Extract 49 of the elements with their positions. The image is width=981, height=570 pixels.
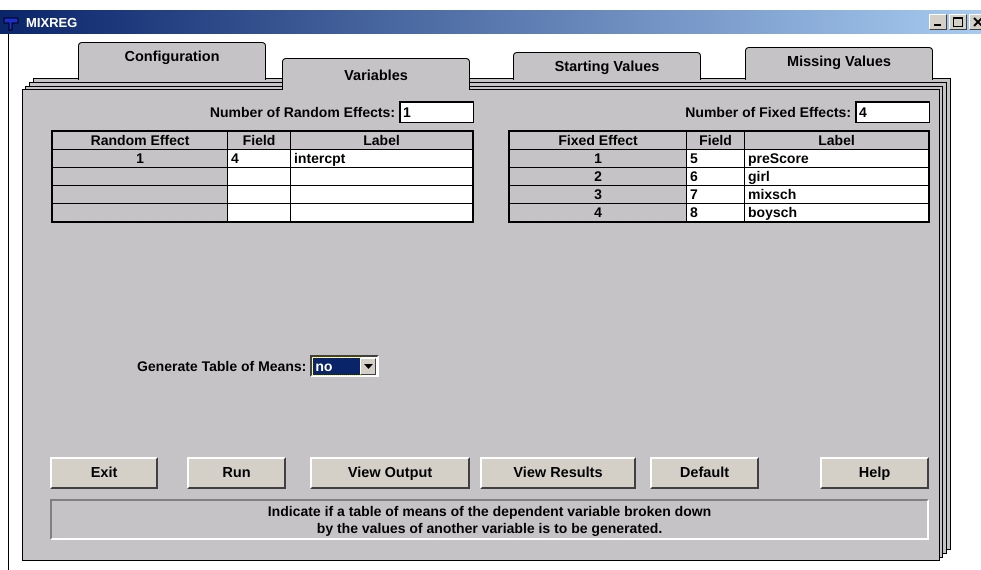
table-cell: 2 (509, 168, 686, 186)
column-header: Field (228, 131, 290, 150)
table-cell[interactable] (290, 186, 473, 204)
maximize-icon[interactable] (953, 17, 963, 27)
table-cell[interactable] (290, 204, 473, 222)
count-label: Number of Random Effects: (210, 104, 395, 120)
table-cell[interactable]: boysch (744, 204, 929, 222)
table-cell: 1 (52, 150, 228, 168)
window-title: MIXREG (26, 14, 78, 30)
column-header: Label (744, 131, 929, 150)
table-cell: 4 (509, 204, 686, 222)
column-header: Fixed Effect (509, 131, 686, 150)
status-message: Indicate if a table of means of the dependent variable broken down by the values of another variable is to be generated. (50, 499, 929, 540)
table-cell[interactable]: 7 (686, 186, 744, 204)
maximize-button[interactable] (949, 14, 967, 30)
dialog-button[interactable]: Run (187, 457, 286, 489)
tab[interactable]: Variables (282, 58, 470, 90)
column-header: Label (290, 131, 473, 150)
table-cell[interactable]: 8 (686, 204, 744, 222)
dialog-button[interactable]: Exit (50, 457, 158, 489)
table-cell[interactable] (290, 168, 473, 186)
table-cell[interactable]: 4 (228, 150, 290, 168)
means-dropdown[interactable]: no (310, 355, 380, 377)
table-cell[interactable]: preScore (744, 150, 929, 168)
means-label: Generate Table of Means: (137, 358, 306, 374)
tab[interactable]: Configuration (78, 42, 266, 80)
table-cell: 3 (509, 186, 686, 204)
table-cell[interactable]: 5 (686, 150, 744, 168)
minimize-button[interactable] (929, 14, 947, 30)
dialog-button[interactable]: View Results (480, 457, 636, 489)
column-header: Field (686, 131, 744, 150)
table-cell[interactable]: 6 (686, 168, 744, 186)
table-cell[interactable]: mixsch (744, 186, 929, 204)
table-cell[interactable] (228, 186, 290, 204)
table-cell[interactable] (228, 204, 290, 222)
count-label: Number of Fixed Effects: (685, 104, 851, 120)
count-field[interactable]: 4 (855, 100, 930, 122)
column-header: Random Effect (52, 131, 228, 150)
close-icon[interactable] (973, 17, 981, 27)
dialog-button[interactable]: Default (650, 457, 759, 489)
table-cell: 1 (509, 150, 686, 168)
tab[interactable]: Missing Values (745, 47, 933, 80)
tab[interactable]: Starting Values (513, 52, 701, 80)
dialog-button[interactable]: Help (820, 457, 929, 489)
table-cell[interactable] (228, 168, 290, 186)
count-field[interactable]: 1 (399, 100, 474, 122)
table-cell[interactable]: girl (744, 168, 929, 186)
table-cell[interactable]: intercpt (290, 150, 473, 168)
dialog-button[interactable]: View Output (310, 457, 470, 489)
